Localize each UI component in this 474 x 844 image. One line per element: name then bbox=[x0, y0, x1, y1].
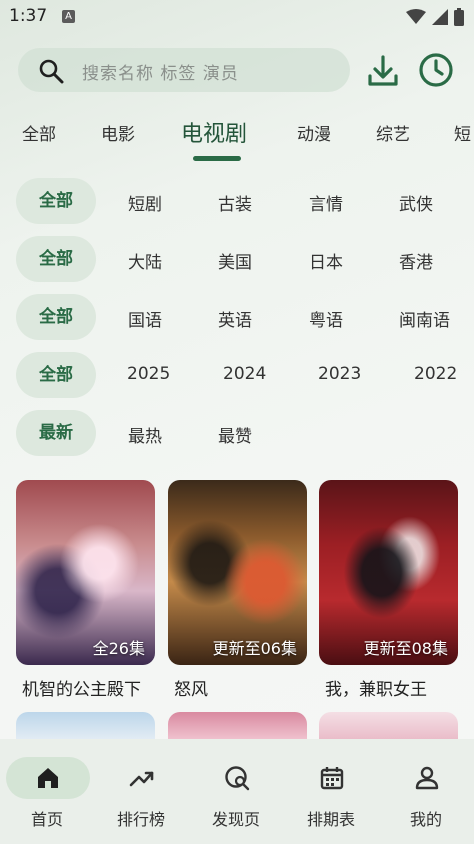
filter-chip-selected[interactable]: 全部 bbox=[16, 178, 96, 224]
filter-row-year: 全部 2025 2024 2023 2022 bbox=[0, 352, 474, 398]
filter-option[interactable]: 日本 bbox=[309, 248, 343, 273]
filter-row-sort: 最新 最热 最赞 bbox=[0, 410, 474, 456]
filter-chip-selected[interactable]: 最新 bbox=[16, 410, 96, 456]
nav-item-home[interactable]: 首页 bbox=[0, 739, 94, 844]
episode-badge: 更新至06集 bbox=[212, 639, 297, 658]
tab-variety[interactable]: 综艺 bbox=[376, 120, 410, 145]
filter-option[interactable]: 短剧 bbox=[128, 190, 162, 215]
app-indicator-icon: A bbox=[62, 10, 75, 23]
filter-option[interactable]: 美国 bbox=[218, 248, 252, 273]
tab-all[interactable]: 全部 bbox=[22, 120, 56, 145]
card-title: 怒风 bbox=[174, 680, 208, 700]
episode-badge: 更新至08集 bbox=[363, 639, 448, 658]
nav-label: 我的 bbox=[409, 810, 442, 829]
filter-option[interactable]: 国语 bbox=[128, 306, 162, 331]
home-icon bbox=[38, 768, 58, 788]
card-title: 机智的公主殿下 bbox=[22, 680, 141, 700]
drama-card[interactable]: 更新至08集 我，兼职女王 bbox=[319, 480, 458, 700]
filter-option[interactable]: 闽南语 bbox=[399, 306, 450, 331]
filter-option[interactable]: 2025 bbox=[127, 364, 170, 384]
search-input[interactable]: 搜索名称 标签 演员 bbox=[18, 48, 350, 92]
poster-image: 全26集 bbox=[16, 480, 155, 665]
nav-item-profile[interactable]: 我的 bbox=[379, 739, 473, 844]
clock-icon[interactable] bbox=[418, 52, 454, 88]
filter-option[interactable]: 最赞 bbox=[218, 422, 252, 447]
filter-option[interactable]: 古装 bbox=[218, 190, 252, 215]
filter-option[interactable]: 最热 bbox=[128, 422, 162, 447]
nav-label: 排期表 bbox=[306, 810, 355, 829]
nav-item-discover[interactable]: 发现页 bbox=[189, 739, 283, 844]
wifi-icon bbox=[406, 9, 426, 24]
filter-row-language: 全部 国语 英语 粤语 闽南语 bbox=[0, 294, 474, 340]
filter-option[interactable]: 2023 bbox=[318, 364, 361, 384]
tab-indicator bbox=[193, 156, 241, 161]
nav-item-ranking[interactable]: 排行榜 bbox=[94, 739, 188, 844]
profile-icon bbox=[415, 766, 439, 790]
nav-label: 发现页 bbox=[211, 810, 260, 829]
battery-icon bbox=[454, 8, 464, 26]
filter-option[interactable]: 武侠 bbox=[399, 190, 433, 215]
filter-chip-selected[interactable]: 全部 bbox=[16, 294, 96, 340]
trending-icon bbox=[129, 771, 154, 787]
category-tabs: 全部 电影 电视剧 动漫 综艺 短 bbox=[0, 110, 474, 166]
status-time: 1:37 bbox=[9, 6, 48, 26]
filter-chip-selected[interactable]: 全部 bbox=[16, 352, 96, 398]
card-title: 我，兼职女王 bbox=[325, 680, 427, 700]
drama-card[interactable]: 全26集 机智的公主殿下 bbox=[16, 480, 155, 700]
episode-badge: 全26集 bbox=[92, 639, 145, 658]
search-placeholder: 搜索名称 标签 演员 bbox=[82, 64, 239, 84]
filter-option[interactable]: 香港 bbox=[399, 248, 433, 273]
poster-image[interactable] bbox=[16, 712, 155, 742]
filter-option[interactable]: 2022 bbox=[414, 364, 457, 384]
status-bar: 1:37 A bbox=[0, 0, 474, 34]
calendar-icon bbox=[320, 767, 344, 790]
filter-row-region: 全部 大陆 美国 日本 香港 bbox=[0, 236, 474, 282]
tab-movie[interactable]: 电影 bbox=[101, 120, 135, 145]
nav-label: 首页 bbox=[30, 810, 63, 829]
drama-card[interactable]: 更新至06集 怒风 bbox=[168, 480, 307, 700]
filter-option[interactable]: 大陆 bbox=[128, 248, 162, 273]
tab-short[interactable]: 短 bbox=[454, 120, 471, 145]
filter-option[interactable]: 粤语 bbox=[309, 306, 343, 331]
bottom-nav: 首页 排行榜 发现页 排期表 我的 bbox=[0, 739, 474, 844]
filter-option[interactable]: 言情 bbox=[309, 190, 343, 215]
filter-option[interactable]: 英语 bbox=[218, 306, 252, 331]
filter-option[interactable]: 2024 bbox=[223, 364, 266, 384]
signal-icon bbox=[432, 9, 448, 25]
nav-item-schedule[interactable]: 排期表 bbox=[284, 739, 378, 844]
tab-anime[interactable]: 动漫 bbox=[297, 120, 331, 145]
poster-image: 更新至06集 bbox=[168, 480, 307, 665]
status-icons bbox=[406, 8, 464, 26]
poster-image: 更新至08集 bbox=[319, 480, 458, 665]
download-icon[interactable] bbox=[366, 54, 400, 88]
poster-image[interactable] bbox=[319, 712, 458, 742]
discover-icon bbox=[225, 766, 250, 791]
filter-row-genre: 全部 短剧 古装 言情 武侠 bbox=[0, 178, 474, 224]
filter-chip-selected[interactable]: 全部 bbox=[16, 236, 96, 282]
tab-tv[interactable]: 电视剧 bbox=[181, 116, 247, 148]
poster-image[interactable] bbox=[168, 712, 307, 742]
nav-label: 排行榜 bbox=[116, 810, 165, 829]
search-icon bbox=[39, 59, 64, 84]
